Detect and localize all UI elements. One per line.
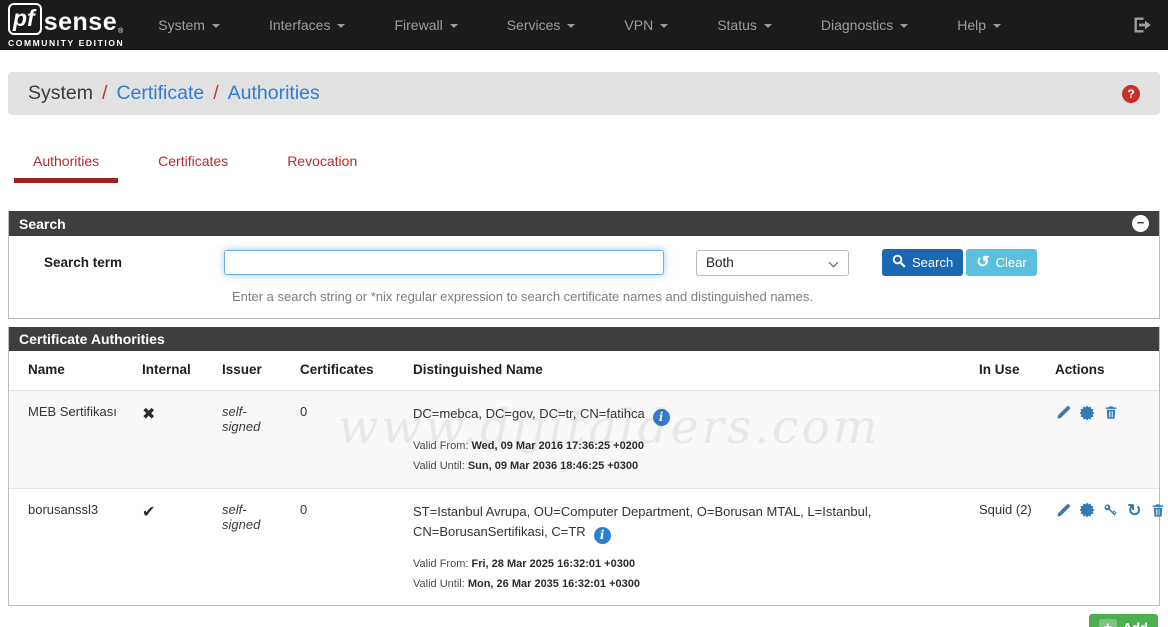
ca-in-use: Squid (2) (971, 488, 1047, 605)
ca-table: Name Internal Issuer Certificates Distin… (9, 351, 1159, 605)
sign-out-icon[interactable] (1132, 15, 1152, 35)
breadcrumb-system: System (28, 82, 93, 105)
export-ca-cert-icon[interactable] (1079, 404, 1096, 421)
col-header-certificates: Certificates (292, 351, 405, 391)
table-row: borusanssl3 ✔ self-signed 0 ST=Istanbul … (9, 488, 1159, 605)
caret-down-icon (212, 24, 220, 28)
nav-item-status[interactable]: Status (717, 17, 772, 33)
search-input[interactable] (224, 250, 664, 275)
tab-bar: Authorities Certificates Revocation (14, 144, 1160, 183)
nav-item-firewall[interactable]: Firewall (394, 17, 457, 33)
edit-ca-icon[interactable] (1055, 404, 1072, 421)
nav-item-vpn[interactable]: VPN (624, 17, 668, 33)
ca-in-use (971, 391, 1047, 489)
ca-panel-header: Certificate Authorities (9, 327, 1159, 351)
ca-cert-count: 0 (292, 488, 405, 605)
help-icon[interactable]: ? (1122, 85, 1140, 103)
tab-authorities[interactable]: Authorities (14, 144, 118, 183)
ca-cert-count: 0 (292, 391, 405, 489)
check-icon: ✔ (142, 504, 155, 521)
pfsense-logo[interactable]: pf sense ® COMMUNITY EDITION (8, 3, 124, 48)
tab-revocation[interactable]: Revocation (268, 144, 376, 183)
nav-item-system[interactable]: System (158, 17, 220, 33)
caret-down-icon (764, 24, 772, 28)
chevron-down-icon (829, 257, 839, 267)
add-button[interactable]: + Add (1089, 614, 1158, 627)
nav-item-services[interactable]: Services (507, 17, 576, 33)
validity-block: Valid From: Wed, 09 Mar 2016 17:36:25 +0… (413, 437, 961, 477)
community-edition-label: COMMUNITY EDITION (8, 38, 124, 48)
search-panel: Search − Search term Both Search ↺ (8, 211, 1160, 319)
search-panel-title: Search (19, 216, 66, 232)
nav-item-interfaces[interactable]: Interfaces (269, 17, 345, 33)
top-navbar: pf sense ® COMMUNITY EDITION System Inte… (0, 0, 1168, 50)
breadcrumb-certificate-link[interactable]: Certificate (116, 82, 204, 105)
ca-issuer: self-signed (222, 404, 260, 434)
search-button[interactable]: Search (882, 249, 963, 276)
search-hint: Enter a search string or *nix regular ex… (232, 289, 1159, 304)
search-icon (892, 254, 906, 271)
search-scope-select[interactable]: Both (696, 250, 849, 276)
times-icon: ✖ (142, 406, 155, 423)
ca-distinguished-name: DC=mebca, DC=gov, DC=tr, CN=fatihca (413, 406, 645, 421)
ca-distinguished-name: ST=Istanbul Avrupa, OU=Computer Departme… (413, 504, 871, 539)
footer-actions: + Add (10, 614, 1158, 627)
certificate-authorities-panel: Certificate Authorities Name Internal Is… (8, 327, 1160, 606)
nav-item-help[interactable]: Help (957, 17, 1001, 33)
collapse-panel-icon[interactable]: − (1132, 215, 1149, 232)
table-row: MEB Sertifikası ✖ self-signed 0 DC=mebca… (9, 391, 1159, 489)
clear-button[interactable]: ↺ Clear (966, 249, 1036, 276)
breadcrumb: System / Certificate / Authorities ? (8, 72, 1160, 115)
renew-ca-icon[interactable]: ↻ (1126, 502, 1143, 519)
ca-name: MEB Sertifikası (9, 391, 134, 489)
edit-ca-icon[interactable] (1055, 502, 1072, 519)
pf-logo-box: pf (8, 3, 42, 35)
col-header-in-use: In Use (971, 351, 1047, 391)
search-term-label: Search term (9, 255, 224, 270)
nav-item-diagnostics[interactable]: Diagnostics (821, 17, 908, 33)
tab-certificates[interactable]: Certificates (139, 144, 247, 183)
export-ca-key-icon[interactable] (1102, 502, 1119, 519)
breadcrumb-separator: / (102, 82, 107, 105)
validity-block: Valid From: Fri, 28 Mar 2025 16:32:01 +0… (413, 555, 961, 595)
info-icon[interactable]: i (653, 409, 670, 426)
plus-icon: + (1099, 619, 1117, 627)
pfsense-logo-text: pf sense ® (8, 3, 124, 35)
caret-down-icon (567, 24, 575, 28)
ca-panel-title: Certificate Authorities (19, 331, 165, 347)
search-panel-body: Search term Both Search ↺ Clear Enter (9, 236, 1159, 318)
delete-ca-icon[interactable] (1102, 404, 1119, 421)
col-header-actions: Actions (1047, 351, 1159, 391)
search-panel-header: Search − (9, 211, 1159, 236)
ca-name: borusanssl3 (9, 488, 134, 605)
nav-menu: System Interfaces Firewall Services VPN … (158, 17, 1132, 33)
info-icon[interactable]: i (594, 527, 611, 544)
caret-down-icon (660, 24, 668, 28)
col-header-internal: Internal (134, 351, 214, 391)
caret-down-icon (450, 24, 458, 28)
col-header-name: Name (9, 351, 134, 391)
col-header-dn: Distinguished Name (405, 351, 971, 391)
col-header-issuer: Issuer (214, 351, 292, 391)
export-ca-cert-icon[interactable] (1079, 502, 1096, 519)
ca-issuer: self-signed (222, 502, 260, 532)
caret-down-icon (900, 24, 908, 28)
breadcrumb-authorities-link[interactable]: Authorities (228, 82, 320, 105)
delete-ca-icon[interactable] (1150, 502, 1167, 519)
ca-table-header-row: Name Internal Issuer Certificates Distin… (9, 351, 1159, 391)
undo-icon: ↺ (976, 256, 989, 270)
pfsense-authorities-page: pf sense ® COMMUNITY EDITION System Inte… (0, 0, 1168, 627)
caret-down-icon (993, 24, 1001, 28)
caret-down-icon (337, 24, 345, 28)
breadcrumb-separator: / (213, 82, 218, 105)
